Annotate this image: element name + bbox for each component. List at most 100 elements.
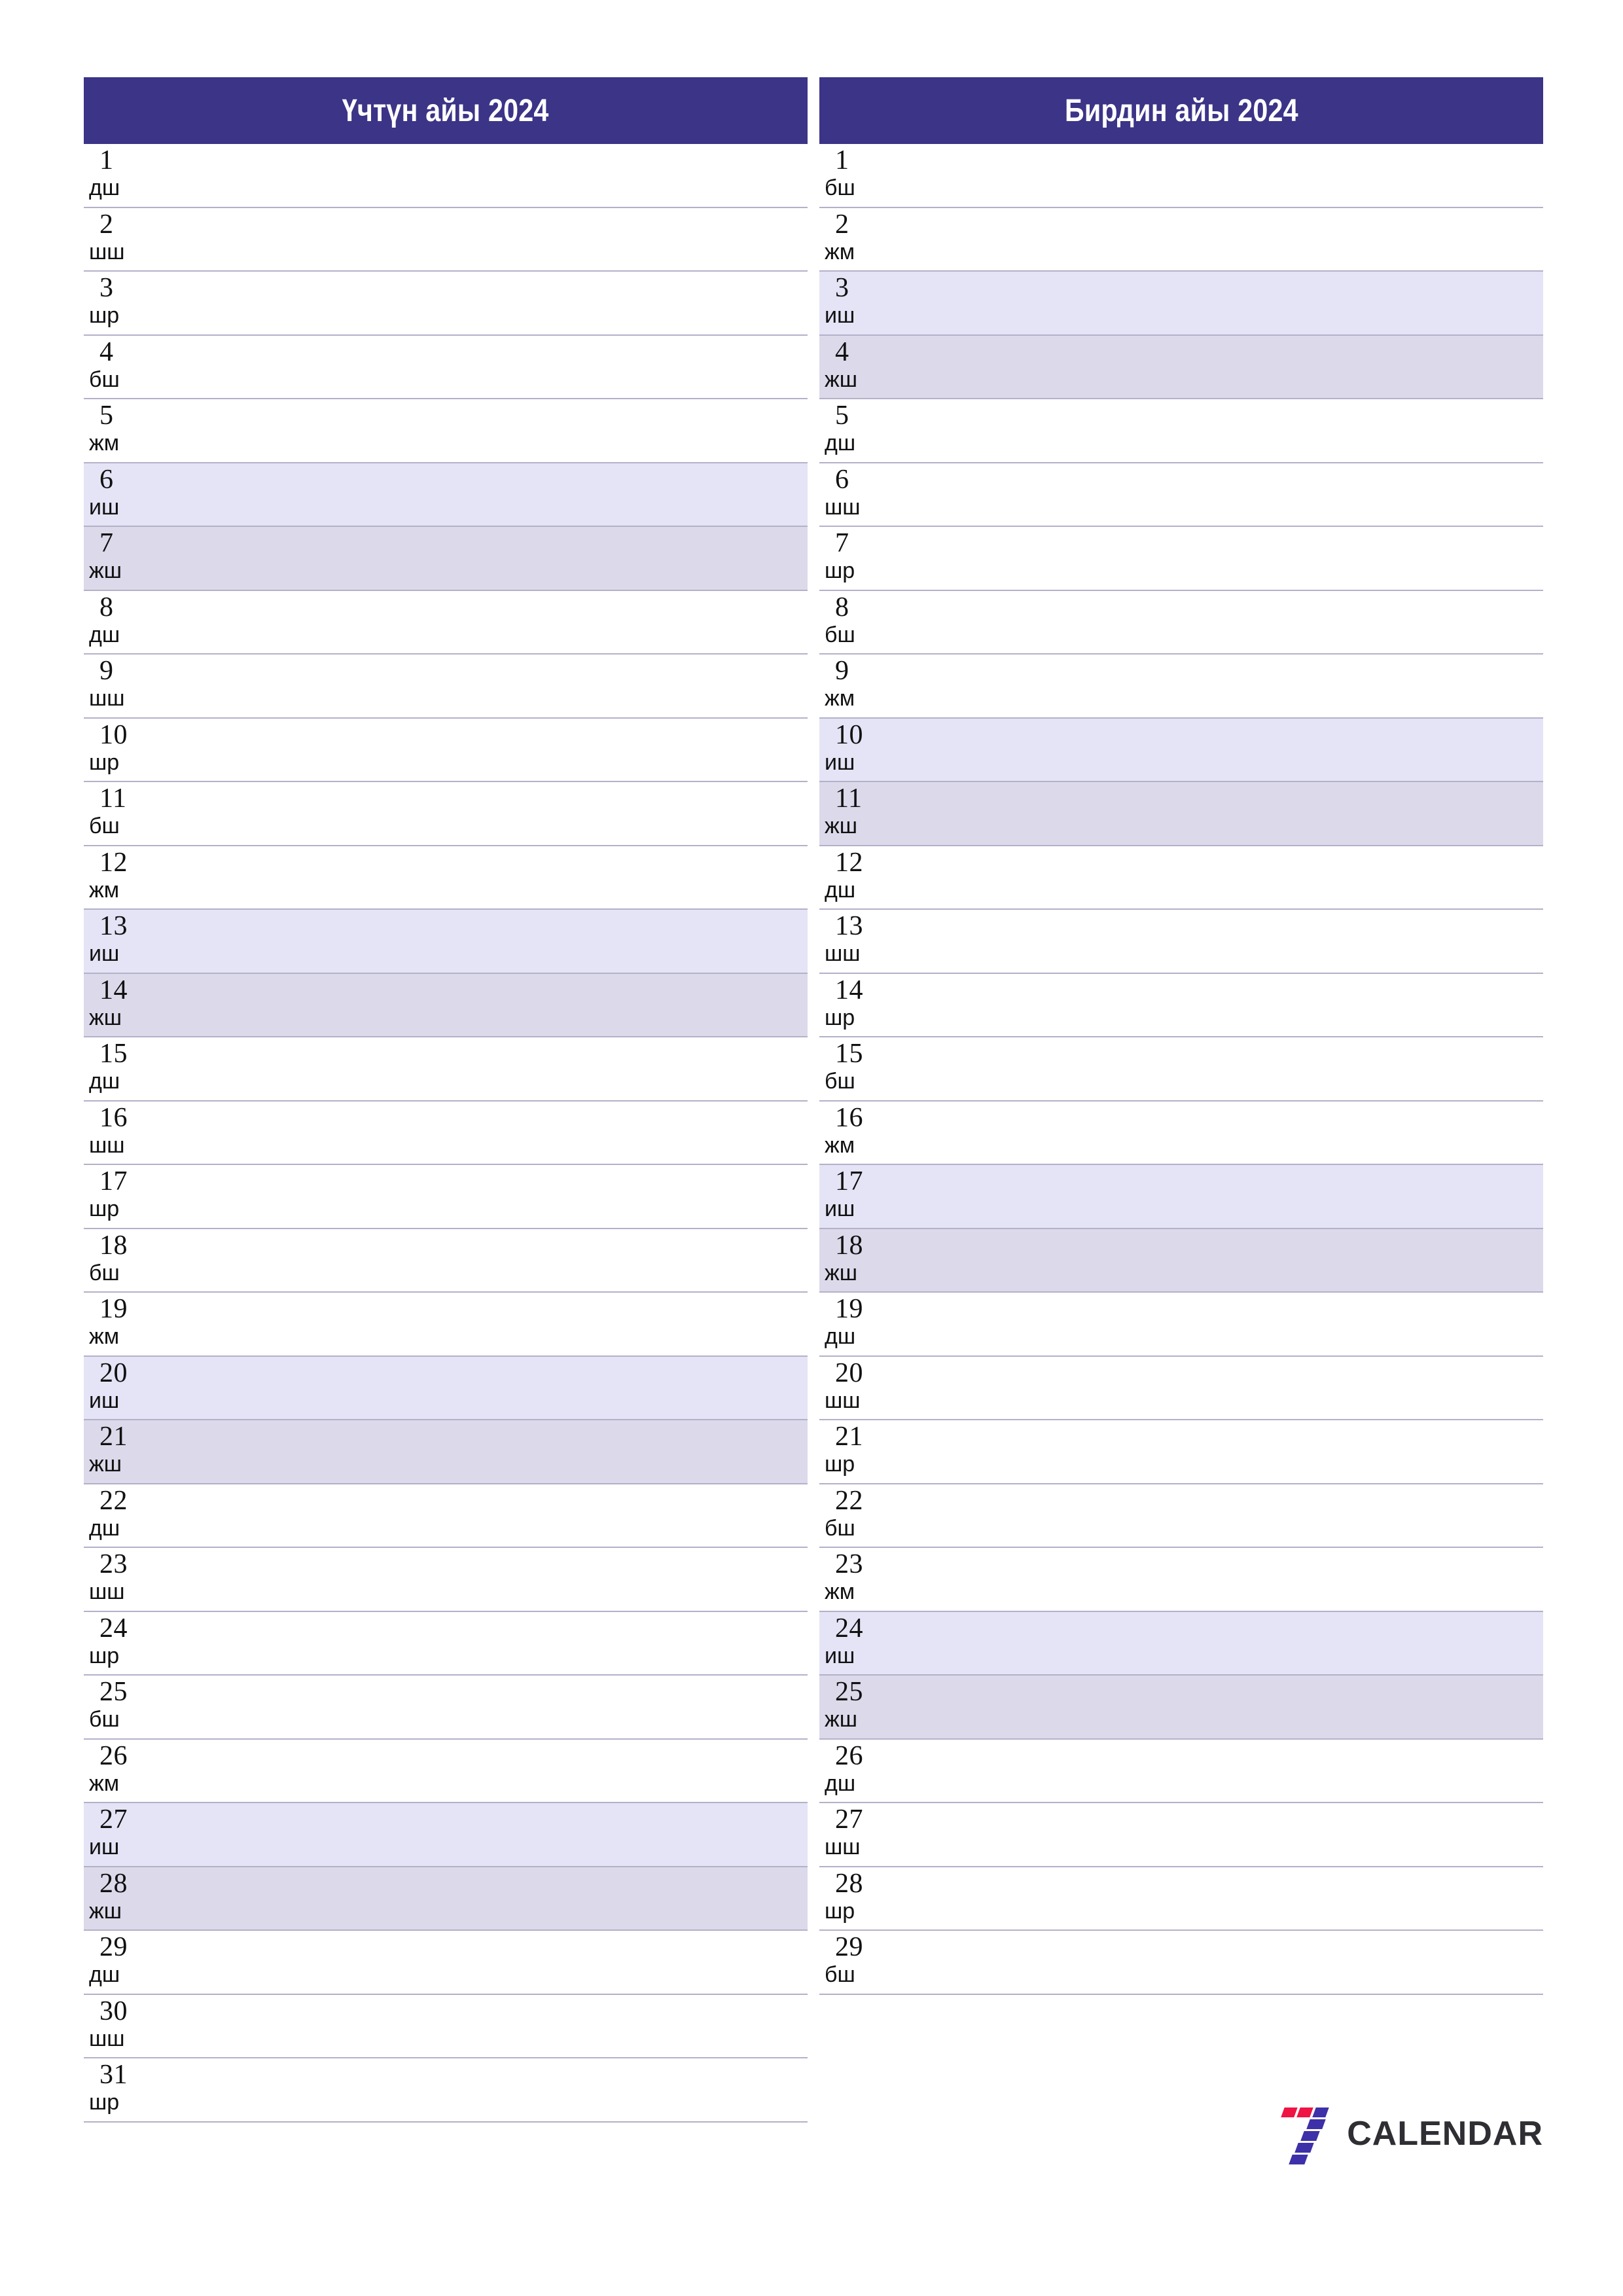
day-weekday-abbr: шш [825, 1835, 861, 1859]
day-row[interactable]: 14 шр [819, 973, 1543, 1037]
day-row[interactable]: 1 дш [84, 144, 808, 208]
day-row[interactable]: 13 иш [84, 910, 808, 974]
day-row[interactable]: 4 жш [819, 335, 1543, 399]
day-row[interactable]: 2 жм [819, 207, 1543, 272]
day-row[interactable]: 22 дш [84, 1484, 808, 1548]
day-row[interactable]: 18 бш [84, 1229, 808, 1293]
day-number: 13 [835, 911, 863, 941]
day-number: 14 [835, 975, 863, 1005]
day-row[interactable]: 23 жм [819, 1548, 1543, 1612]
day-row[interactable]: 2 шш [84, 207, 808, 272]
day-weekday-abbr: бш [825, 622, 855, 647]
day-list-right: 1 бш 2 жм 3 иш 4 жш 5 дш 6 шш 7 шр 8 бш 9 жм 10 иш 11 жш 12 дш 1… [819, 144, 1543, 1995]
day-row[interactable]: 8 бш [819, 590, 1543, 655]
day-row[interactable]: 29 бш [819, 1931, 1543, 1995]
day-row[interactable]: 20 иш [84, 1356, 808, 1420]
day-weekday-abbr: бш [825, 1962, 855, 1987]
day-number: 16 [99, 1102, 128, 1133]
day-weekday-abbr: бш [825, 175, 855, 200]
day-number: 17 [99, 1166, 128, 1196]
day-weekday-abbr: шр [89, 749, 120, 775]
day-weekday-abbr: дш [825, 877, 856, 903]
day-weekday-abbr: иш [825, 749, 855, 775]
day-weekday-abbr: бш [89, 1707, 120, 1732]
day-weekday-abbr: иш [89, 1388, 120, 1413]
day-number: 6 [99, 464, 114, 495]
day-number: 4 [835, 336, 849, 367]
day-row[interactable]: 18 жш [819, 1229, 1543, 1293]
day-row[interactable]: 8 дш [84, 590, 808, 655]
day-weekday-abbr: шр [89, 303, 120, 328]
day-row[interactable]: 10 иш [819, 718, 1543, 782]
day-row[interactable]: 19 дш [819, 1293, 1543, 1357]
day-number: 27 [835, 1804, 863, 1835]
day-row[interactable]: 25 жш [819, 1676, 1543, 1740]
day-row[interactable]: 14 жш [84, 973, 808, 1037]
day-weekday-abbr: дш [89, 175, 120, 200]
day-row[interactable]: 29 дш [84, 1931, 808, 1995]
day-number: 5 [835, 401, 849, 431]
day-row[interactable]: 28 жш [84, 1867, 808, 1931]
day-row[interactable]: 3 шр [84, 272, 808, 336]
day-row[interactable]: 26 жм [84, 1739, 808, 1803]
day-row[interactable]: 15 бш [819, 1037, 1543, 1102]
month-title-left: Үчтүн айы 2024 [342, 93, 549, 128]
day-row[interactable]: 9 жм [819, 655, 1543, 719]
day-weekday-abbr: жш [825, 367, 858, 392]
day-weekday-abbr: жм [825, 1132, 855, 1158]
day-row[interactable]: 27 шш [819, 1803, 1543, 1867]
day-row[interactable]: 21 жш [84, 1420, 808, 1484]
day-row[interactable]: 20 шш [819, 1356, 1543, 1420]
day-row[interactable]: 3 иш [819, 272, 1543, 336]
day-number: 2 [99, 209, 114, 240]
day-row[interactable]: 11 бш [84, 782, 808, 846]
day-number: 10 [99, 719, 128, 750]
day-row[interactable]: 9 шш [84, 655, 808, 719]
day-number: 23 [99, 1549, 128, 1579]
day-row[interactable]: 31 шр [84, 2058, 808, 2123]
day-row[interactable]: 5 жм [84, 399, 808, 463]
day-row[interactable]: 25 бш [84, 1676, 808, 1740]
day-row[interactable]: 5 дш [819, 399, 1543, 463]
day-weekday-abbr: шш [825, 941, 861, 966]
day-weekday-abbr: жм [825, 1579, 855, 1604]
day-row[interactable]: 4 бш [84, 335, 808, 399]
day-number: 14 [99, 975, 128, 1005]
day-row[interactable]: 7 шр [819, 527, 1543, 591]
day-row[interactable]: 12 жм [84, 846, 808, 910]
day-row[interactable]: 15 дш [84, 1037, 808, 1102]
day-row[interactable]: 24 иш [819, 1611, 1543, 1676]
day-weekday-abbr: иш [89, 494, 120, 520]
day-weekday-abbr: бш [825, 1515, 855, 1541]
day-row[interactable]: 1 бш [819, 144, 1543, 208]
day-weekday-abbr: шш [89, 686, 125, 711]
day-number: 23 [835, 1549, 863, 1579]
day-row[interactable]: 23 шш [84, 1548, 808, 1612]
day-row[interactable]: 17 иш [819, 1165, 1543, 1229]
day-row[interactable]: 6 шш [819, 463, 1543, 527]
day-weekday-abbr: шр [89, 1643, 120, 1668]
day-row[interactable]: 13 шш [819, 910, 1543, 974]
day-number: 28 [99, 1868, 128, 1899]
day-row[interactable]: 11 жш [819, 782, 1543, 846]
day-row[interactable]: 17 шр [84, 1165, 808, 1229]
day-row[interactable]: 30 шш [84, 1994, 808, 2058]
day-row[interactable]: 22 бш [819, 1484, 1543, 1548]
day-row[interactable]: 28 шр [819, 1867, 1543, 1931]
day-number: 15 [835, 1039, 863, 1069]
day-row[interactable]: 27 иш [84, 1803, 808, 1867]
day-weekday-abbr: бш [89, 1260, 120, 1285]
day-row[interactable]: 6 иш [84, 463, 808, 527]
day-row[interactable]: 10 шр [84, 718, 808, 782]
day-row[interactable]: 21 шр [819, 1420, 1543, 1484]
day-weekday-abbr: шш [89, 1579, 125, 1604]
day-row[interactable]: 12 дш [819, 846, 1543, 910]
day-row[interactable]: 16 шш [84, 1101, 808, 1165]
calendar-page: Үчтүн айы 2024 1 дш 2 шш 3 шр 4 бш 5 жм 6 иш 7 жш 8 дш 9… [0, 0, 1623, 2296]
day-row[interactable]: 19 жм [84, 1293, 808, 1357]
day-row[interactable]: 16 жм [819, 1101, 1543, 1165]
day-row[interactable]: 26 дш [819, 1739, 1543, 1803]
day-row[interactable]: 7 жш [84, 527, 808, 591]
day-row[interactable]: 24 шр [84, 1611, 808, 1676]
day-number: 24 [835, 1613, 863, 1643]
